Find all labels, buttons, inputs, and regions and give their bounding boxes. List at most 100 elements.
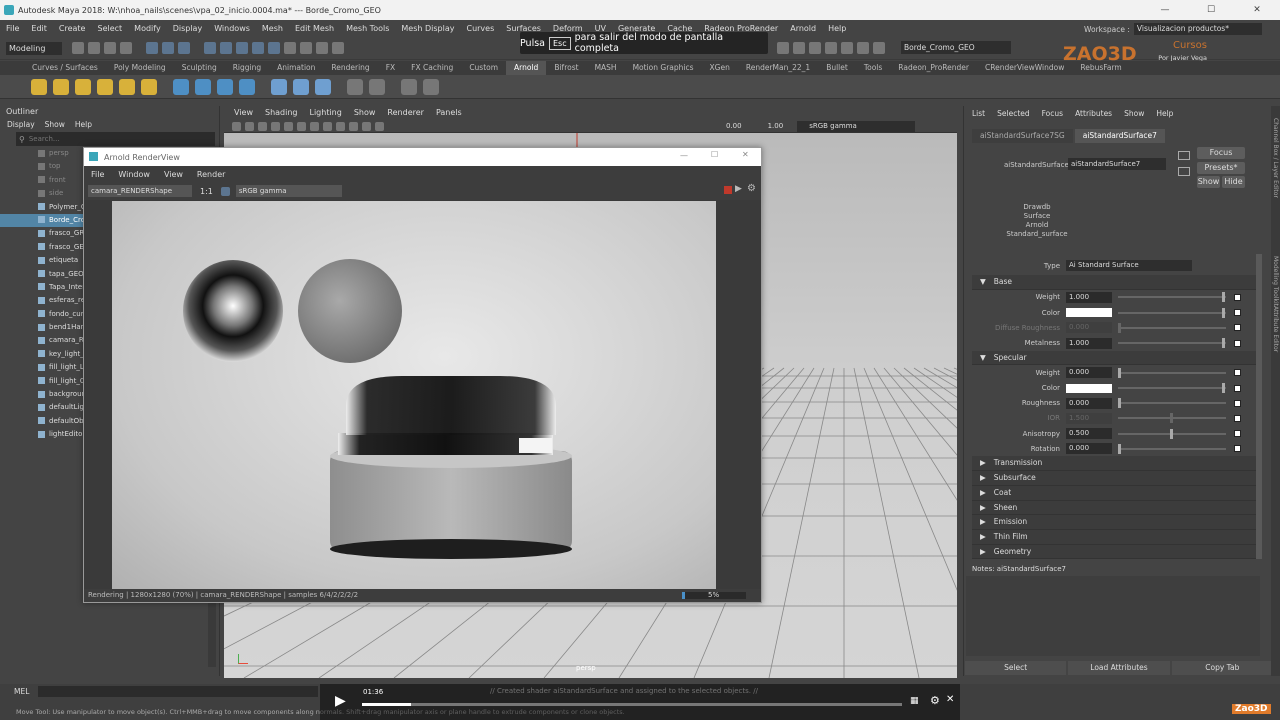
side-tab[interactable]: Attribute Editor (1272, 306, 1279, 352)
attr-slider[interactable] (1118, 307, 1226, 318)
shelf-tab-rebusfarm[interactable]: RebusFarm (1072, 61, 1129, 75)
xray-icon[interactable] (362, 121, 371, 131)
shelf-tab-tools[interactable]: Tools (856, 61, 890, 75)
maximize-button[interactable]: ☐ (1188, 0, 1234, 20)
menu-arnold[interactable]: Arnold (784, 24, 822, 33)
snap-surface-icon[interactable] (268, 42, 280, 54)
presets-button[interactable]: Presets* (1197, 162, 1245, 174)
shelf-tab-curves-surfaces[interactable]: Curves / Surfaces (24, 61, 106, 75)
menu-mesh-display[interactable]: Mesh Display (395, 24, 460, 33)
command-input[interactable] (38, 686, 318, 697)
lock-icon[interactable] (284, 42, 296, 54)
area-light-icon[interactable] (53, 78, 69, 95)
renderview-menu-render[interactable]: Render (190, 170, 232, 179)
menu-display[interactable]: Display (167, 24, 209, 33)
outliner-menu-help[interactable]: Help (70, 120, 97, 129)
play-button-icon[interactable]: ▶ (335, 693, 346, 709)
section-thin-film[interactable]: ▶ Thin Film (972, 529, 1256, 545)
viewport-menu-view[interactable]: View (228, 106, 259, 120)
use-lights-icon[interactable] (336, 121, 345, 131)
bookmarks-icon[interactable] (258, 121, 267, 131)
attr-menu-selected[interactable]: Selected (991, 109, 1036, 118)
map-button-icon[interactable] (1234, 309, 1241, 317)
slider-handle[interactable] (1170, 413, 1173, 424)
render-icon[interactable] (369, 78, 385, 95)
side-tab[interactable]: Modelling Toolkit (1272, 256, 1279, 306)
wireframe-icon[interactable] (297, 121, 306, 131)
fullscreen-icon[interactable]: ✕ (946, 694, 954, 705)
input-output-icon[interactable] (1178, 151, 1190, 160)
attr-tab-aistandardsurface7[interactable]: aiStandardSurface7 (1074, 129, 1165, 143)
image-plane-icon[interactable] (271, 121, 280, 131)
copy-tab-button[interactable]: Copy Tab (1171, 661, 1273, 675)
export-standin-icon[interactable] (347, 78, 363, 95)
section-emission[interactable]: ▶ Emission (972, 515, 1256, 530)
slider-handle[interactable] (1118, 443, 1121, 454)
ipr-render-icon[interactable] (316, 42, 328, 54)
notes-area[interactable] (966, 576, 1260, 656)
shelf-tab-rendering[interactable]: Rendering (323, 61, 377, 75)
menu-select[interactable]: Select (91, 24, 128, 33)
map-button-icon[interactable] (1234, 339, 1241, 347)
light-manager-icon[interactable] (315, 78, 331, 95)
material-icon[interactable] (239, 78, 255, 95)
slider-handle[interactable] (1118, 322, 1121, 333)
render-view-icon[interactable] (809, 41, 821, 54)
render-settings-icon[interactable] (332, 42, 344, 54)
shelf-tab-rigging[interactable]: Rigging (225, 61, 269, 75)
photometric-light-icon[interactable] (97, 78, 113, 95)
section-subsurface[interactable]: ▶ Subsurface (972, 471, 1256, 486)
attr-slider[interactable] (1118, 443, 1226, 454)
skydome-light-icon[interactable] (31, 78, 47, 95)
color-swatch[interactable] (1066, 308, 1112, 318)
shelf-tab-poly-modeling[interactable]: Poly Modeling (106, 61, 174, 75)
mel-label[interactable]: MEL (14, 687, 29, 696)
light-editor-icon[interactable] (841, 41, 853, 54)
menu-create[interactable]: Create (53, 24, 92, 33)
mesh-light-icon[interactable] (75, 78, 91, 95)
flush-cache-icon[interactable] (271, 78, 287, 95)
menu-edit-mesh[interactable]: Edit Mesh (289, 24, 340, 33)
minimize-button[interactable]: — (1142, 0, 1188, 20)
side-tab[interactable]: Channel Box / Layer Editor (1272, 118, 1279, 198)
modeling-toolkit-icon[interactable] (777, 41, 789, 54)
speaker-icon[interactable]: ▶ (735, 184, 742, 194)
physical-sky-icon[interactable] (141, 78, 157, 95)
textured-icon[interactable] (323, 121, 332, 131)
shelf-tab-fx-caching[interactable]: FX Caching (403, 61, 461, 75)
standin-icon[interactable] (173, 78, 189, 95)
isolate-icon[interactable] (375, 121, 384, 131)
viewport-menu-lighting[interactable]: Lighting (303, 106, 347, 120)
attr-slider[interactable] (1118, 398, 1226, 409)
map-button-icon[interactable] (1234, 324, 1241, 332)
shelf-tab-fx[interactable]: FX (378, 61, 403, 75)
viewport-menu-shading[interactable]: Shading (259, 106, 304, 120)
render-setup-icon[interactable] (825, 41, 837, 54)
exposure-value[interactable]: 0.00 (726, 122, 742, 130)
close-button[interactable]: ✕ (1234, 0, 1280, 20)
play-render-icon[interactable] (423, 78, 439, 95)
attr-value-field[interactable]: 0.000 (1066, 367, 1112, 379)
shelf-tab-radeon-prorender[interactable]: Radeon_ProRender (890, 61, 977, 75)
slider-handle[interactable] (1222, 338, 1225, 349)
attr-value-field[interactable]: 1.000 (1066, 337, 1112, 349)
attr-menu-help[interactable]: Help (1150, 109, 1179, 118)
map-button-icon[interactable] (1234, 414, 1241, 422)
snap-view-icon[interactable] (252, 42, 264, 54)
grid-toggle-icon[interactable] (284, 121, 293, 131)
section-sheen[interactable]: ▶ Sheen (972, 500, 1256, 516)
open-scene-icon[interactable] (72, 42, 84, 54)
shelf-tab-arnold[interactable]: Arnold (506, 61, 547, 75)
map-button-icon[interactable] (1234, 384, 1241, 392)
camera-dropdown[interactable]: camara_RENDERShape (88, 185, 192, 197)
slider-handle[interactable] (1222, 292, 1225, 303)
hypershade-icon[interactable] (793, 41, 805, 54)
attr-value-field[interactable]: 0.000 (1066, 397, 1112, 409)
outliner-search[interactable]: ⚲ (16, 132, 215, 146)
renderview-menu-view[interactable]: View (157, 170, 190, 179)
arnold-renderview-window[interactable]: Arnold RenderView — ☐ ✕ File Window View Re… (83, 147, 762, 603)
show-button[interactable]: Show (1197, 176, 1220, 188)
attr-value-field[interactable]: 1.000 (1066, 291, 1112, 303)
hide-button[interactable]: Hide (1222, 176, 1245, 188)
mode-selector[interactable]: Modeling (6, 41, 62, 55)
